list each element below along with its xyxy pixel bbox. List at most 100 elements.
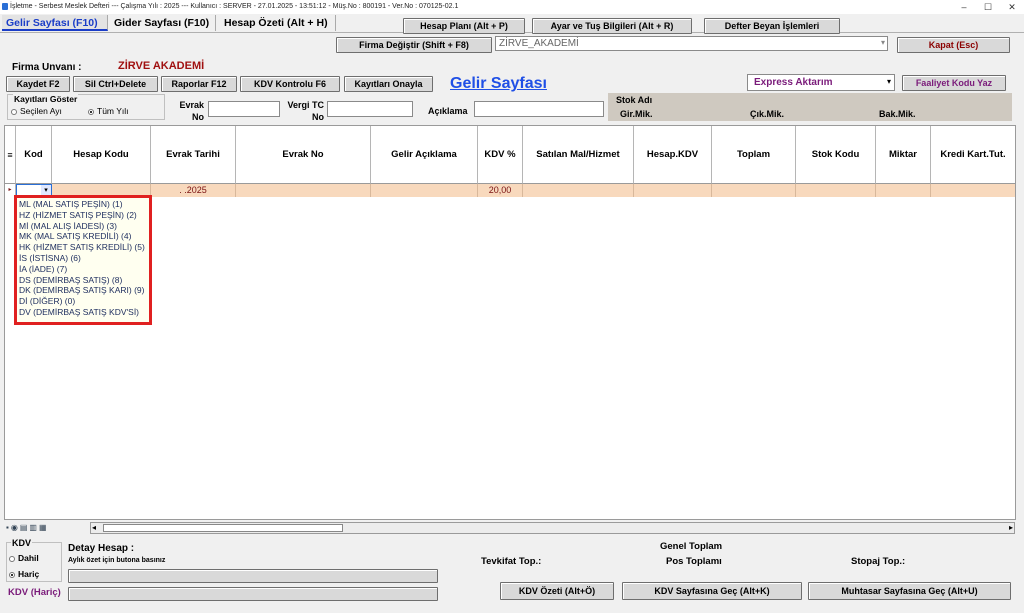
tab-gider[interactable]: Gider Sayfası (F10) [110, 15, 216, 31]
kredi-kart-cell[interactable] [931, 184, 1015, 197]
print-icon[interactable]: ▦ [39, 523, 49, 532]
chevron-down-icon[interactable]: ▾ [887, 77, 891, 86]
export-icon[interactable]: ▥ [29, 523, 39, 532]
col-header-evrak-tarihi[interactable]: Evrak Tarihi [151, 126, 236, 184]
ayar-tus-button[interactable]: Ayar ve Tuş Bilgileri (Alt + R) [532, 18, 692, 34]
evrak-no-input[interactable] [208, 101, 280, 117]
express-aktarim-select[interactable]: Express Aktarım ▾ [747, 74, 895, 91]
kdv-dahil-radio[interactable]: Dahil [9, 553, 39, 563]
detay-hesap-label: Detay Hesap : [68, 543, 135, 554]
evrak-no-cell[interactable] [236, 184, 371, 197]
scroll-left-icon[interactable]: ◂ [92, 523, 96, 532]
pos-toplami-label: Pos Toplamı [666, 556, 722, 567]
col-header-satilan-mal[interactable]: Satılan Mal/Hizmet [523, 126, 634, 184]
kdv-sayfasina-button[interactable]: KDV Sayfasına Geç (Alt+K) [622, 582, 802, 600]
col-header-gelir-aciklama[interactable]: Gelir Açıklama [371, 126, 478, 184]
col-header-kod[interactable]: Kod [16, 126, 52, 184]
toplam-cell[interactable] [712, 184, 796, 197]
evrak-no-label: Evrak No [179, 100, 204, 122]
kod-option[interactable]: İS (İSTİSNA) (6) [17, 253, 149, 264]
col-header-evrak-no[interactable]: Evrak No [236, 126, 371, 184]
kod-option[interactable]: HK (HİZMET SATIŞ KREDİLİ) (5) [17, 242, 149, 253]
tevkifat-toplam-label: Tevkifat Top.: [481, 556, 542, 567]
genel-toplam-label: Genel Toplam [660, 541, 723, 552]
scrollbar-thumb[interactable] [103, 524, 343, 532]
grid-nav-icons[interactable]: ▪◉▤▥▦ [6, 523, 49, 532]
firma-unvani-value: ZİRVE AKADEMİ [118, 60, 205, 72]
tab-hesap-ozeti[interactable]: Hesap Özeti (Alt + H) [220, 15, 336, 31]
minimize-icon[interactable]: – [952, 0, 976, 14]
aciklama-input[interactable] [474, 101, 604, 117]
kapat-button[interactable]: Kapat (Esc) [897, 37, 1010, 53]
hesap-plani-button[interactable]: Hesap Planı (Alt + P) [403, 18, 525, 34]
aylik-ozet-button-2[interactable] [68, 587, 438, 601]
firma-combo[interactable]: ZİRVE_AKADEMİ ▾ [495, 36, 888, 51]
page-title: Gelir Sayfası [450, 75, 547, 92]
sil-button[interactable]: Sil Ctrl+Delete [73, 76, 158, 92]
row-selector-header-icon[interactable]: ≡ [5, 126, 16, 184]
bak-mik-label: Bak.Mik. [879, 109, 916, 119]
gelir-aciklama-cell[interactable] [371, 184, 478, 197]
tum-yili-radio[interactable]: Tüm Yılı [88, 106, 129, 116]
kayitlari-onayla-button[interactable]: Kayıtları Onayla [344, 76, 433, 92]
scroll-right-icon[interactable]: ▸ [1009, 523, 1013, 532]
vergi-tc-input[interactable] [327, 101, 413, 117]
grid-horizontal-scrollbar[interactable]: ◂ ▸ [90, 522, 1015, 534]
aciklama-label: Açıklama [428, 106, 468, 116]
kdv-haric-radio[interactable]: Hariç [9, 569, 39, 579]
defter-beyan-button[interactable]: Defter Beyan İşlemleri [704, 18, 840, 34]
kod-option[interactable]: HZ (HİZMET SATIŞ PEŞİN) (2) [17, 210, 149, 221]
tab-gelir[interactable]: Gelir Sayfası (F10) [2, 15, 108, 31]
hesap-kdv-cell[interactable] [634, 184, 712, 197]
maximize-icon[interactable]: ☐ [976, 0, 1000, 14]
kdv-group: KDV Dahil Hariç [6, 538, 62, 582]
cik-mik-label: Çık.Mik. [750, 109, 785, 119]
raporlar-button[interactable]: Raporlar F12 [161, 76, 237, 92]
kod-option[interactable]: DV (DEMİRBAŞ SATIŞ KDV'Sİ) [17, 307, 149, 318]
gir-mik-label: Gir.Mik. [620, 109, 653, 119]
kdv-ozeti-button[interactable]: KDV Özeti (Alt+Ö) [500, 582, 614, 600]
secilen-ayi-radio[interactable]: Seçilen Ayı [11, 106, 62, 116]
stok-adi-label: Stok Adı [616, 95, 653, 105]
faaliyet-kodu-button[interactable]: Faaliyet Kodu Yaz [902, 75, 1006, 91]
stok-kodu-cell[interactable] [796, 184, 876, 197]
close-icon[interactable]: ✕ [1000, 0, 1024, 14]
firma-combo-value: ZİRVE_AKADEMİ [499, 38, 579, 49]
col-header-stok-kodu[interactable]: Stok Kodu [796, 126, 876, 184]
col-header-kdv[interactable]: KDV % [478, 126, 523, 184]
vergi-tc-label: Vergi TC No [287, 100, 324, 122]
kaydet-button[interactable]: Kaydet F2 [6, 76, 70, 92]
col-header-toplam[interactable]: Toplam [712, 126, 796, 184]
kdv-kontrolu-button[interactable]: KDV Kontrolu F6 [240, 76, 340, 92]
kod-option[interactable]: İA (İADE) (7) [17, 264, 149, 275]
window-title: İşletme - Serbest Meslek Defteri --- Çal… [10, 3, 459, 10]
col-header-hesap-kodu[interactable]: Hesap Kodu [52, 126, 151, 184]
firma-degistir-button[interactable]: Firma Değiştir (Shift + F8) [336, 37, 492, 53]
kod-option[interactable]: DK (DEMİRBAŞ SATIŞ KARI) (9) [17, 285, 149, 296]
kdv-group-label: KDV [11, 538, 33, 548]
gelir-grid[interactable]: ≡ Kod Hesap Kodu Evrak Tarihi Evrak No G… [4, 125, 1016, 520]
col-header-hesap-kdv[interactable]: Hesap.KDV [634, 126, 712, 184]
evrak-tarihi-cell[interactable]: . .2025 [151, 184, 236, 197]
kod-option[interactable]: ML (MAL SATIŞ PEŞİN) (1) [17, 199, 149, 210]
chevron-down-icon[interactable]: ▾ [881, 38, 885, 47]
app-icon [2, 3, 8, 10]
filter-icon[interactable]: ▤ [20, 523, 30, 532]
kod-option[interactable]: MK (MAL SATIŞ KREDİLİ) (4) [17, 231, 149, 242]
kdv-cell[interactable]: 20,00 [478, 184, 523, 197]
detay-hesap-hint: Aylık özet için butona basınız [68, 557, 166, 564]
view-icon[interactable]: ◉ [11, 523, 20, 532]
satilan-mal-cell[interactable] [523, 184, 634, 197]
miktar-cell[interactable] [876, 184, 931, 197]
col-header-miktar[interactable]: Miktar [876, 126, 931, 184]
kod-option[interactable]: Dİ (DİĞER) (0) [17, 296, 149, 307]
kod-dropdown-list[interactable]: ML (MAL SATIŞ PEŞİN) (1) HZ (HİZMET SATIŞ… [14, 195, 152, 325]
kayitlari-goster-group: Kayıtları Göster Seçilen Ayı Tüm Yılı [7, 94, 165, 120]
muhtasar-sayfasina-button[interactable]: Muhtasar Sayfasına Geç (Alt+U) [808, 582, 1011, 600]
kayitlari-goster-label: Kayıtları Göster [13, 94, 79, 104]
kdv-haric-status: KDV (Hariç) [8, 587, 61, 598]
kod-option[interactable]: Mİ (MAL ALIŞ İADESİ) (3) [17, 221, 149, 232]
col-header-kredi-kart[interactable]: Kredi Kart.Tut. [931, 126, 1015, 184]
aylik-ozet-button-1[interactable] [68, 569, 438, 583]
kod-option[interactable]: DS (DEMİRBAŞ SATIŞ) (8) [17, 275, 149, 286]
